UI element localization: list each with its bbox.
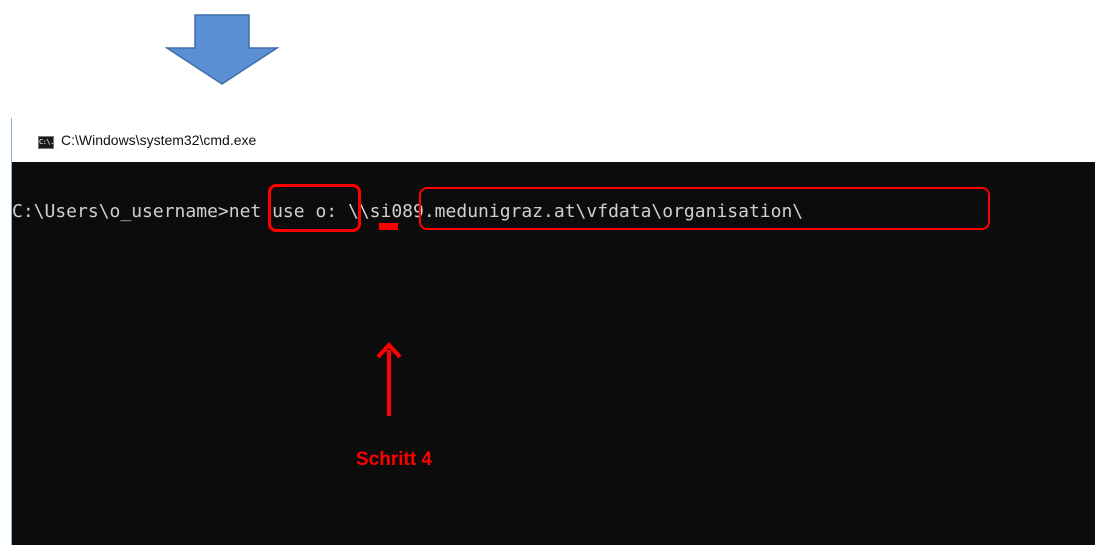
- console-area[interactable]: C:\Users\o_username>net use o: \\si089.m…: [12, 162, 1095, 545]
- drive-underline-marker: [379, 223, 398, 230]
- step-label: Schritt 4: [355, 449, 433, 470]
- command-highlight-box: [268, 184, 361, 232]
- cmd-icon: C:\.: [38, 136, 54, 149]
- window-title: C:\Windows\system32\cmd.exe: [61, 132, 257, 148]
- up-arrow-icon: [376, 342, 402, 416]
- prompt: C:\Users\o_username>: [12, 201, 229, 222]
- cmd-window[interactable]: C:\. C:\Windows\system32\cmd.exe C:\User…: [11, 118, 1095, 545]
- path-highlight-box: [419, 187, 990, 230]
- title-bar[interactable]: C:\. C:\Windows\system32\cmd.exe: [12, 118, 1095, 162]
- down-arrow-icon: [165, 14, 279, 85]
